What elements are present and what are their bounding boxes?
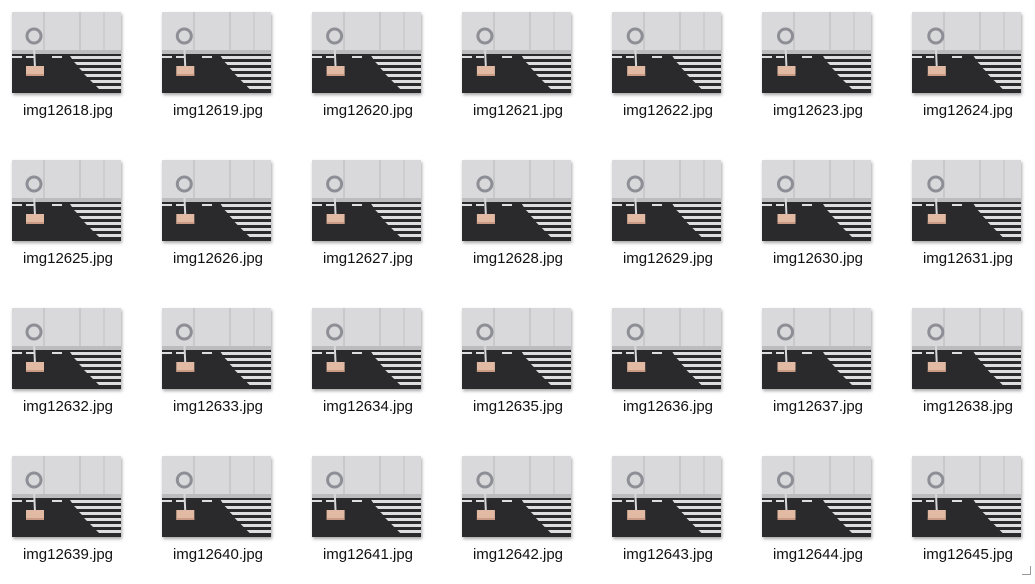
file-item[interactable]: img12626.jpg: [150, 148, 300, 288]
image-thumbnail[interactable]: [312, 456, 421, 537]
image-thumbnail[interactable]: [462, 160, 571, 241]
file-name-label: img12641.jpg: [322, 546, 414, 563]
file-name-label: img12643.jpg: [622, 546, 714, 563]
file-item[interactable]: img12644.jpg: [750, 444, 900, 584]
file-name-label: img12642.jpg: [472, 546, 564, 563]
file-name-label: img12619.jpg: [172, 102, 264, 119]
file-name-label: img12645.jpg: [922, 546, 1014, 563]
file-name-label: img12637.jpg: [772, 398, 864, 415]
file-name-label: img12635.jpg: [472, 398, 564, 415]
image-thumbnail[interactable]: [912, 456, 1021, 537]
file-item[interactable]: img12620.jpg: [300, 0, 450, 140]
image-thumbnail[interactable]: [12, 308, 121, 389]
file-item[interactable]: img12635.jpg: [450, 296, 600, 436]
resize-grip-icon[interactable]: [1022, 566, 1031, 575]
image-thumbnail[interactable]: [12, 12, 121, 93]
image-thumbnail[interactable]: [912, 160, 1021, 241]
file-name-label: img12623.jpg: [772, 102, 864, 119]
file-name-label: img12621.jpg: [472, 102, 564, 119]
file-name-label: img12627.jpg: [322, 250, 414, 267]
file-item[interactable]: img12622.jpg: [600, 0, 750, 140]
file-item[interactable]: img12628.jpg: [450, 148, 600, 288]
image-thumbnail[interactable]: [162, 456, 271, 537]
image-thumbnail[interactable]: [462, 308, 571, 389]
file-item[interactable]: img12638.jpg: [900, 296, 1035, 436]
file-name-label: img12625.jpg: [22, 250, 114, 267]
image-thumbnail[interactable]: [912, 12, 1021, 93]
image-thumbnail[interactable]: [312, 160, 421, 241]
file-name-label: img12632.jpg: [22, 398, 114, 415]
file-name-label: img12628.jpg: [472, 250, 564, 267]
file-name-label: img12624.jpg: [922, 102, 1014, 119]
file-item[interactable]: img12631.jpg: [900, 148, 1035, 288]
file-item[interactable]: img12634.jpg: [300, 296, 450, 436]
image-thumbnail[interactable]: [762, 12, 871, 93]
file-item[interactable]: img12639.jpg: [0, 444, 150, 584]
file-item[interactable]: img12630.jpg: [750, 148, 900, 288]
file-name-label: img12639.jpg: [22, 546, 114, 563]
file-name-label: img12618.jpg: [22, 102, 114, 119]
file-item[interactable]: img12624.jpg: [900, 0, 1035, 140]
file-item[interactable]: img12623.jpg: [750, 0, 900, 140]
image-thumbnail[interactable]: [612, 160, 721, 241]
image-thumbnail[interactable]: [612, 12, 721, 93]
file-name-label: img12626.jpg: [172, 250, 264, 267]
file-name-label: img12636.jpg: [622, 398, 714, 415]
file-name-label: img12629.jpg: [622, 250, 714, 267]
file-item[interactable]: img12641.jpg: [300, 444, 450, 584]
image-thumbnail[interactable]: [912, 308, 1021, 389]
file-item[interactable]: img12633.jpg: [150, 296, 300, 436]
file-name-label: img12634.jpg: [322, 398, 414, 415]
image-thumbnail[interactable]: [162, 308, 271, 389]
file-item[interactable]: img12627.jpg: [300, 148, 450, 288]
file-grid: img12618.jpg img12619.jpg img12620.jpg img1…: [0, 0, 1035, 577]
file-item[interactable]: img12618.jpg: [0, 0, 150, 140]
file-name-label: img12630.jpg: [772, 250, 864, 267]
file-item[interactable]: img12645.jpg: [900, 444, 1035, 584]
image-thumbnail[interactable]: [462, 456, 571, 537]
image-thumbnail[interactable]: [762, 456, 871, 537]
file-name-label: img12644.jpg: [772, 546, 864, 563]
file-item[interactable]: img12643.jpg: [600, 444, 750, 584]
file-name-label: img12633.jpg: [172, 398, 264, 415]
image-thumbnail[interactable]: [762, 308, 871, 389]
file-item[interactable]: img12640.jpg: [150, 444, 300, 584]
file-item[interactable]: img12632.jpg: [0, 296, 150, 436]
file-item[interactable]: img12629.jpg: [600, 148, 750, 288]
file-name-label: img12638.jpg: [922, 398, 1014, 415]
file-name-label: img12622.jpg: [622, 102, 714, 119]
file-name-label: img12640.jpg: [172, 546, 264, 563]
image-thumbnail[interactable]: [612, 308, 721, 389]
image-thumbnail[interactable]: [462, 12, 571, 93]
file-name-label: img12620.jpg: [322, 102, 414, 119]
image-thumbnail[interactable]: [612, 456, 721, 537]
file-item[interactable]: img12621.jpg: [450, 0, 600, 140]
image-thumbnail[interactable]: [312, 12, 421, 93]
file-name-label: img12631.jpg: [922, 250, 1014, 267]
image-thumbnail[interactable]: [312, 308, 421, 389]
image-thumbnail[interactable]: [762, 160, 871, 241]
image-thumbnail[interactable]: [162, 12, 271, 93]
file-item[interactable]: img12625.jpg: [0, 148, 150, 288]
image-thumbnail[interactable]: [12, 160, 121, 241]
file-item[interactable]: img12642.jpg: [450, 444, 600, 584]
file-item[interactable]: img12636.jpg: [600, 296, 750, 436]
image-thumbnail[interactable]: [162, 160, 271, 241]
image-thumbnail[interactable]: [12, 456, 121, 537]
file-item[interactable]: img12619.jpg: [150, 0, 300, 140]
file-item[interactable]: img12637.jpg: [750, 296, 900, 436]
